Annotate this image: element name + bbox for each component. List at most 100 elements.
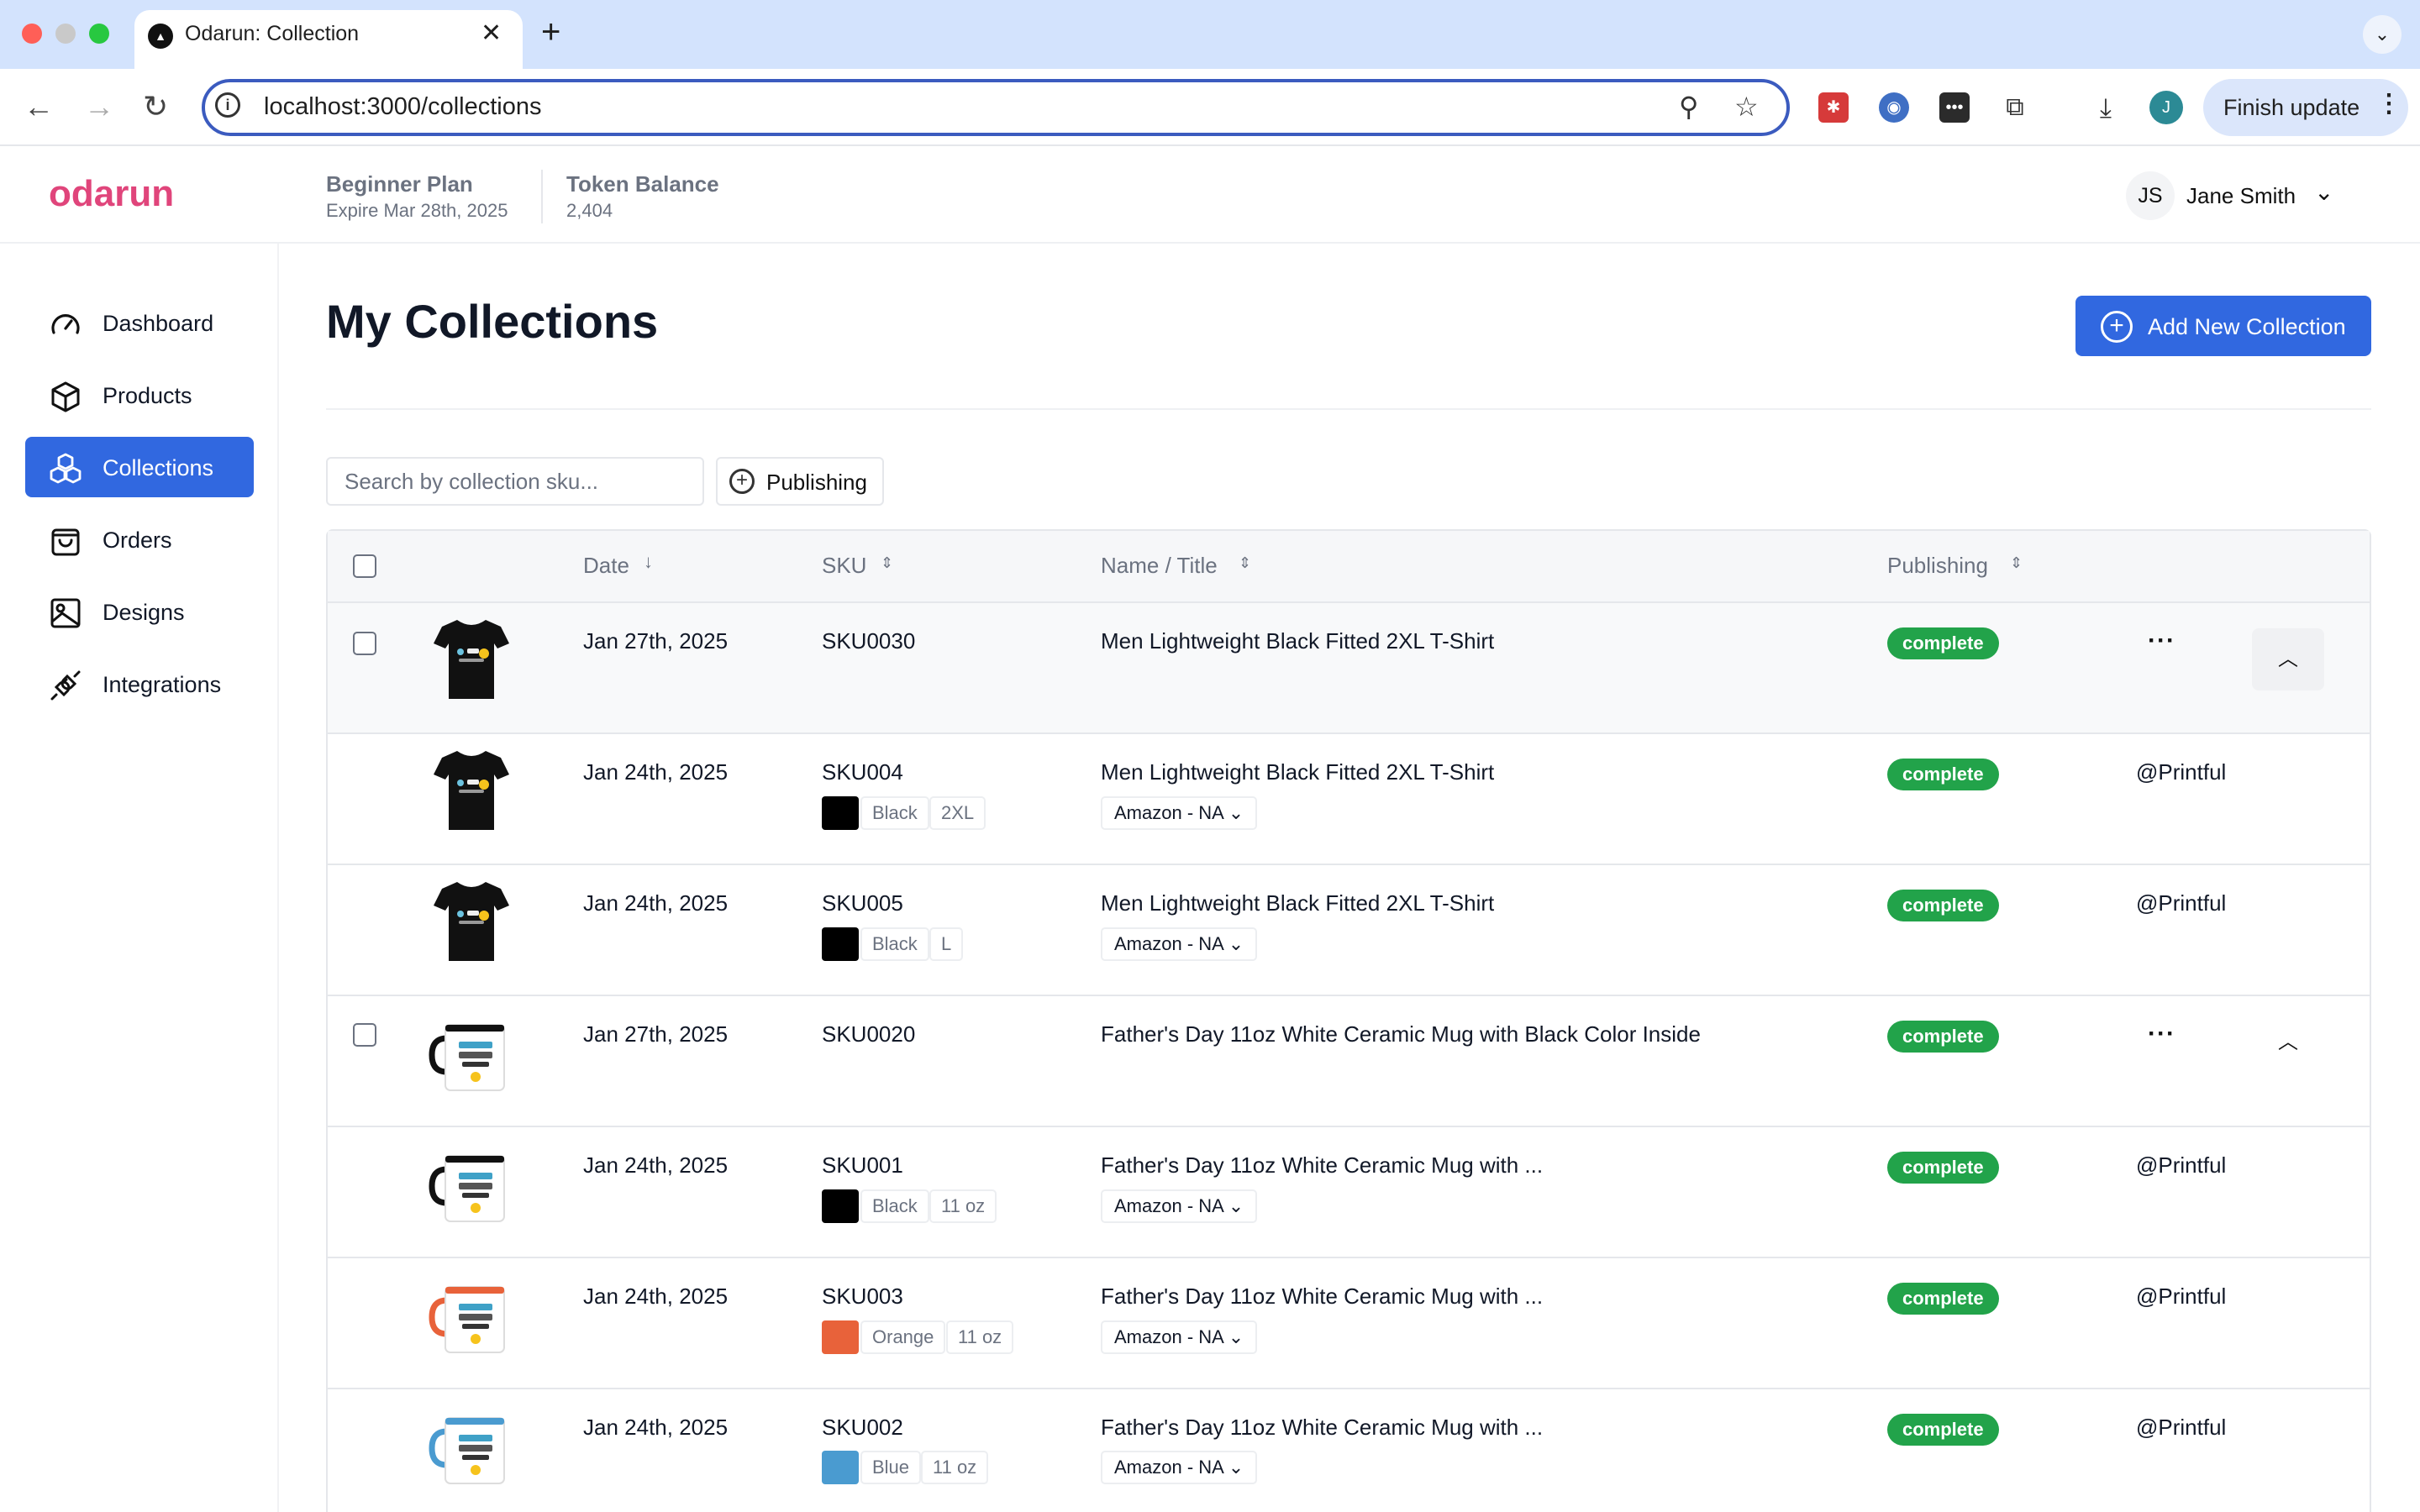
row-name[interactable]: Father's Day 11oz White Ceramic Mug with… <box>1101 1284 1543 1310</box>
download-icon[interactable]: ⤓ <box>2091 92 2121 123</box>
sidebar-item-label: Collections <box>103 455 214 480</box>
sidebar-item-label: Products <box>103 383 192 408</box>
tab-search-chevron-icon[interactable]: ⌄ <box>2363 15 2402 54</box>
marketplace-label: Amazon - NA <box>1114 933 1223 954</box>
table-row[interactable] <box>328 1258 2370 1389</box>
window-zoom-button[interactable] <box>89 24 109 44</box>
row-sku: SKU002 <box>822 1415 903 1440</box>
marketplace-dropdown[interactable]: Amazon - NA ⌄ <box>1101 1320 1258 1354</box>
row-sku: SKU003 <box>822 1284 903 1309</box>
plus-circle-icon: + <box>729 469 755 494</box>
window-minimize-button[interactable] <box>55 24 76 44</box>
profile-avatar[interactable]: J <box>2149 91 2183 124</box>
marketplace-label: Amazon - NA <box>1114 1195 1223 1216</box>
marketplace-dropdown[interactable]: Amazon - NA ⌄ <box>1101 796 1258 830</box>
status-badge: complete <box>1887 1283 1999 1315</box>
row-checkbox[interactable] <box>353 1023 376 1047</box>
table-row[interactable] <box>328 734 2370 865</box>
color-swatch <box>822 1320 859 1354</box>
chevrons-down-icon: ⌄ <box>1228 933 1244 954</box>
extension-red-icon[interactable]: ✱ <box>1818 92 1849 123</box>
tab-favicon-icon: ▲ <box>148 24 173 49</box>
color-swatch <box>822 1189 859 1223</box>
select-all-checkbox[interactable] <box>353 554 376 578</box>
site-info-icon[interactable]: i <box>215 92 240 118</box>
table-row[interactable] <box>328 1389 2370 1512</box>
row-sku: SKU0030 <box>822 628 916 654</box>
sort-updown-icon[interactable]: ⇕ <box>2010 554 2023 572</box>
user-name[interactable]: Jane Smith <box>2186 183 2296 209</box>
column-header-name[interactable]: Name / Title <box>1101 553 1218 579</box>
table-row[interactable] <box>328 603 2370 734</box>
marketplace-dropdown[interactable]: Amazon - NA ⌄ <box>1101 1451 1258 1484</box>
column-header-publishing[interactable]: Publishing <box>1887 553 1988 579</box>
address-url[interactable]: localhost:3000/collections <box>264 93 541 121</box>
back-arrow-icon[interactable]: ← <box>24 87 54 127</box>
row-date: Jan 24th, 2025 <box>583 1152 729 1178</box>
column-header-sku[interactable]: SKU <box>822 553 866 579</box>
extensions-puzzle-icon[interactable]: ⧉ <box>2000 92 2030 123</box>
row-checkbox[interactable] <box>353 632 376 655</box>
sort-down-arrow-icon[interactable]: ↓ <box>644 551 653 573</box>
row-date: Jan 24th, 2025 <box>583 1415 729 1440</box>
provider-label: @Printful <box>2136 890 2227 916</box>
row-sku: SKU005 <box>822 890 903 916</box>
window-close-button[interactable] <box>22 24 42 44</box>
forward-arrow-icon[interactable]: → <box>84 87 114 127</box>
table-row[interactable] <box>328 996 2370 1127</box>
size-tag: 11 oz <box>929 1189 997 1223</box>
table-row[interactable] <box>328 865 2370 996</box>
row-name[interactable]: Father's Day 11oz White Ceramic Mug with… <box>1101 1152 1543 1179</box>
sidebar-item-label: Designs <box>103 600 185 625</box>
sidebar-item-products[interactable]: Products <box>25 365 254 425</box>
collapse-chevron-up-icon[interactable]: ︿ <box>2252 628 2324 690</box>
marketplace-dropdown[interactable]: Amazon - NA ⌄ <box>1101 1189 1258 1223</box>
column-header-date[interactable]: Date <box>583 553 629 579</box>
token-balance-label: Token Balance <box>566 171 719 197</box>
color-swatch <box>822 1451 859 1484</box>
browser-menu-icon[interactable]: ⋮ <box>2376 89 2402 118</box>
plan-expiry: Expire Mar 28th, 2025 <box>326 200 508 221</box>
new-tab-icon[interactable]: + <box>541 13 560 51</box>
sidebar-item-orders[interactable]: Orders <box>25 509 254 570</box>
finish-update-label: Finish update <box>2223 95 2360 120</box>
row-name[interactable]: Men Lightweight Black Fitted 2XL T-Shirt <box>1101 628 1494 654</box>
tshirt-thumbnail <box>434 751 509 830</box>
sort-updown-icon[interactable]: ⇕ <box>1239 554 1251 572</box>
status-badge: complete <box>1887 759 1999 790</box>
user-avatar[interactable]: JS <box>2126 171 2175 220</box>
mug-thumbnail <box>429 1155 505 1222</box>
publishing-filter-label: Publishing <box>766 470 867 495</box>
zoom-icon[interactable]: ⚲ <box>1679 91 1698 123</box>
row-actions-icon[interactable]: ··· <box>2148 1020 2175 1048</box>
table-row[interactable] <box>328 1127 2370 1258</box>
bookmark-star-icon[interactable]: ☆ <box>1734 91 1759 123</box>
chevrons-down-icon: ⌄ <box>1228 802 1244 823</box>
reload-icon[interactable]: ↻ <box>143 87 168 127</box>
row-name[interactable]: Men Lightweight Black Fitted 2XL T-Shirt <box>1101 890 1494 916</box>
title-divider <box>326 408 2371 410</box>
tshirt-thumbnail <box>434 882 509 961</box>
sort-updown-icon[interactable]: ⇕ <box>881 554 893 572</box>
sidebar-item-designs[interactable]: Designs <box>25 581 254 642</box>
sidebar-item-integrations[interactable]: Integrations <box>25 654 254 714</box>
row-actions-icon[interactable]: ··· <box>2148 627 2175 655</box>
provider-label: @Printful <box>2136 759 2227 785</box>
sidebar-item-label: Dashboard <box>103 311 214 336</box>
row-name[interactable]: Father's Day 11oz White Ceramic Mug with… <box>1101 1415 1543 1441</box>
chevrons-down-icon: ⌄ <box>1228 1326 1244 1347</box>
collapse-chevron-up-icon[interactable]: ︿ <box>2252 1011 2324 1074</box>
plan-name: Beginner Plan <box>326 171 473 197</box>
search-input[interactable] <box>326 457 704 506</box>
user-menu-chevron-icon[interactable]: ⌄ <box>2314 178 2333 206</box>
row-name[interactable]: Men Lightweight Black Fitted 2XL T-Shirt <box>1101 759 1494 785</box>
sidebar-item-dashboard[interactable]: Dashboard <box>25 292 254 353</box>
extension-blue-icon[interactable]: ◉ <box>1879 92 1909 123</box>
app-logo[interactable]: odarun <box>49 173 174 215</box>
sidebar-item-collections[interactable]: Collections <box>25 437 254 497</box>
marketplace-dropdown[interactable]: Amazon - NA ⌄ <box>1101 927 1258 961</box>
tab-close-icon[interactable]: ✕ <box>481 18 502 48</box>
extension-password-icon[interactable]: ••• <box>1939 92 1970 123</box>
status-badge: complete <box>1887 1414 1999 1446</box>
row-name[interactable]: Father's Day 11oz White Ceramic Mug with… <box>1101 1021 1701 1047</box>
